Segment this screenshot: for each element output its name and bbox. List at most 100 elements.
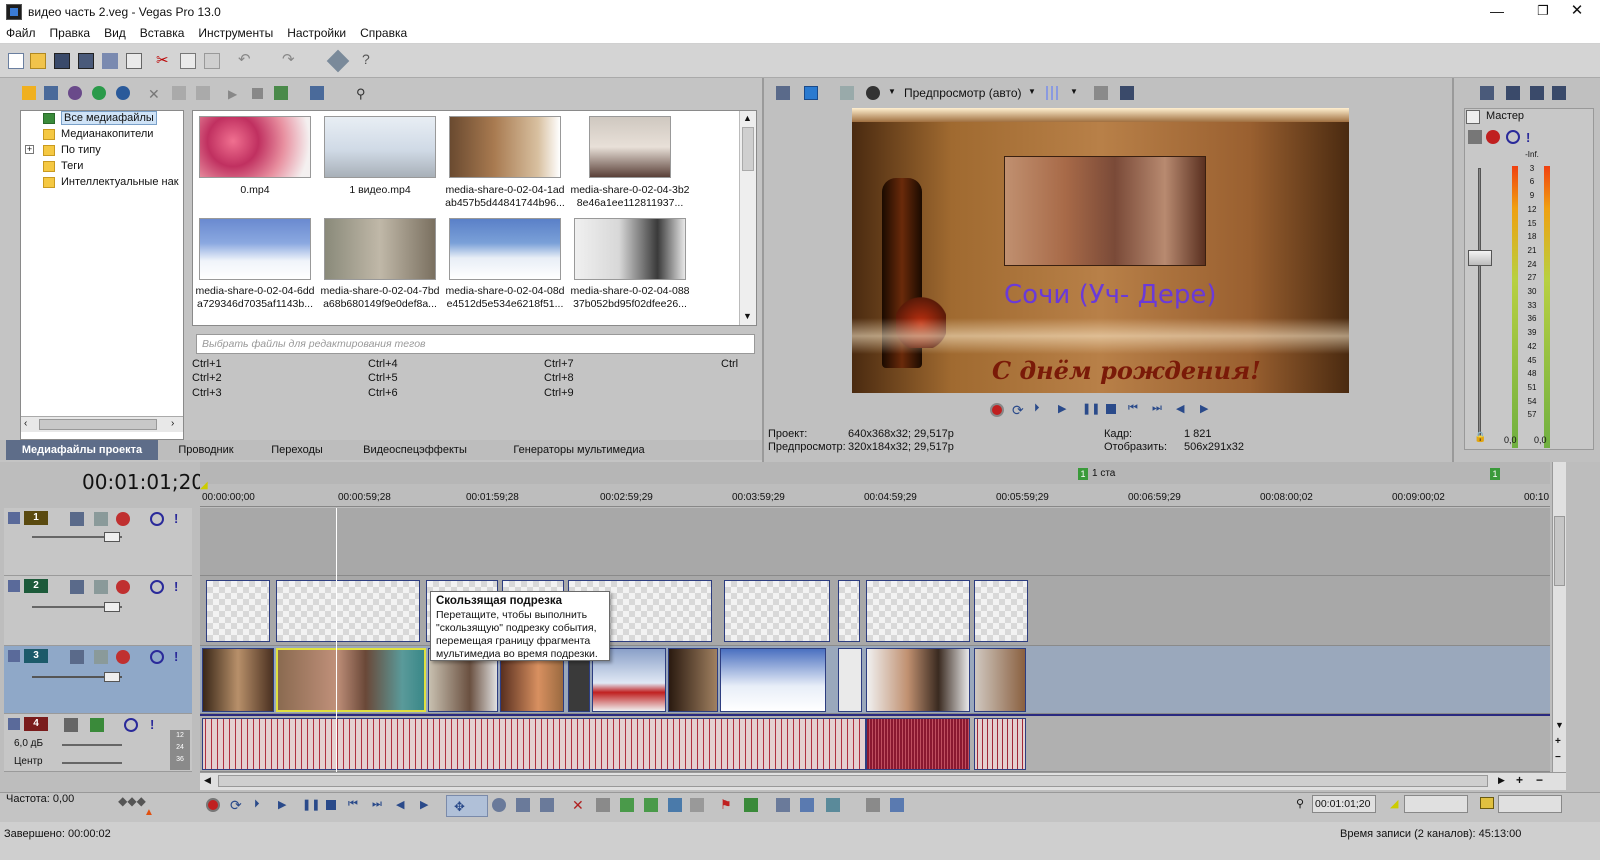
track-minimize-icon[interactable] — [8, 650, 20, 662]
scrollbar-thumb[interactable] — [218, 775, 1488, 787]
pause-icon[interactable]: ❚❚ — [302, 798, 320, 812]
lock-envelopes-icon[interactable] — [866, 798, 880, 812]
mute-icon[interactable] — [124, 718, 138, 732]
track-motion-icon[interactable] — [70, 580, 84, 594]
insert-region-icon[interactable] — [744, 798, 758, 812]
scroll-right-arrow-icon[interactable]: ▶ — [1498, 775, 1505, 786]
cursor-time-field[interactable]: 00:01:01;20 — [1312, 795, 1376, 813]
overlays-icon[interactable] — [1046, 86, 1060, 100]
selection-tool-icon[interactable] — [516, 798, 530, 812]
media-thumb-2[interactable] — [449, 116, 561, 178]
go-to-start-icon[interactable]: ⏮ — [348, 798, 362, 812]
play-icon[interactable]: ▶ — [278, 798, 292, 812]
track-gear-icon[interactable] — [116, 580, 130, 594]
ignore-event-grouping-icon[interactable] — [890, 798, 904, 812]
track-gear-icon[interactable] — [116, 650, 130, 664]
video-clip[interactable] — [838, 648, 862, 712]
playhead-cursor[interactable] — [336, 508, 337, 772]
insert-marker-icon[interactable]: ⚑ — [720, 797, 734, 812]
normal-edit-tool-icon[interactable]: ✥ — [454, 799, 468, 814]
video-clip[interactable] — [202, 648, 274, 712]
media-vertical-scrollbar[interactable]: ▲ ▼ — [739, 111, 756, 325]
track-minimize-icon[interactable] — [8, 718, 20, 730]
refresh-icon[interactable] — [92, 86, 106, 100]
loop-playback-icon[interactable]: ⟳ — [1012, 402, 1026, 418]
master-gear-icon[interactable] — [1486, 130, 1500, 144]
go-to-end-icon[interactable]: ⏭ — [372, 798, 386, 812]
redo-icon[interactable]: ↷ — [282, 50, 298, 68]
loop-region-start-icon[interactable]: ◢ — [200, 480, 208, 491]
menu-file[interactable]: Файл — [0, 24, 43, 40]
track-fx-icon[interactable] — [90, 718, 104, 732]
marker-bar[interactable] — [200, 462, 1550, 484]
zoom-in-icon[interactable]: + — [1516, 773, 1523, 787]
menu-view[interactable]: Вид — [97, 24, 133, 40]
overlay-clip[interactable] — [276, 580, 420, 642]
scroll-left-arrow-icon[interactable]: ‹ — [24, 418, 27, 429]
overlay-clip[interactable] — [866, 580, 970, 642]
tab-project-media[interactable]: Медиафайлы проекта — [6, 440, 158, 460]
media-thumb-1[interactable] — [324, 116, 436, 178]
selection-length-field[interactable] — [1498, 795, 1562, 813]
capture-video-icon[interactable] — [44, 86, 58, 100]
fader-lock-icon[interactable]: 🔒 — [1474, 432, 1486, 443]
tab-explorer[interactable]: Проводник — [160, 440, 252, 460]
lock-icon[interactable] — [690, 798, 704, 812]
mixer-properties-icon[interactable] — [1480, 86, 1494, 100]
play-icon[interactable]: ▶ — [1058, 402, 1072, 416]
track-fx-icon[interactable] — [94, 650, 108, 664]
trim-end-icon[interactable] — [644, 798, 658, 812]
slider-handle[interactable] — [104, 532, 120, 542]
track-eq-icon[interactable] — [64, 718, 78, 732]
media-thumb-4[interactable] — [199, 218, 311, 280]
mixer-dim-icon[interactable] — [1530, 86, 1544, 100]
open-folder-icon[interactable] — [30, 53, 46, 69]
remove-icon[interactable]: ✕ — [148, 86, 162, 102]
import-media-icon[interactable] — [22, 86, 36, 100]
master-fader-handle[interactable] — [1468, 250, 1492, 266]
split-icon[interactable] — [668, 798, 682, 812]
record-icon[interactable] — [206, 798, 220, 812]
paste-icon[interactable] — [204, 53, 220, 69]
video-fx-icon[interactable] — [840, 86, 854, 100]
snapping-icon[interactable] — [826, 798, 840, 812]
auto-ripple-icon[interactable] — [776, 798, 790, 812]
overlay-clip[interactable] — [724, 580, 830, 642]
scrollbar-thumb[interactable] — [1554, 516, 1565, 586]
rate-slider-icon[interactable]: ◆◆◆ — [104, 794, 160, 808]
save-as-icon[interactable] — [78, 53, 94, 69]
mixer-view-icon[interactable] — [1552, 86, 1566, 100]
media-thumb-3[interactable] — [589, 116, 671, 178]
solo-icon[interactable]: ! — [174, 579, 188, 594]
menu-help[interactable]: Справка — [353, 24, 414, 40]
split-screen-icon[interactable] — [866, 86, 880, 100]
track-motion-icon[interactable] — [70, 650, 84, 664]
track-fx-icon[interactable] — [94, 580, 108, 594]
previous-frame-icon[interactable]: ◀ — [396, 798, 410, 812]
media-thumb-0[interactable] — [199, 116, 311, 178]
mute-icon[interactable] — [150, 580, 164, 594]
stop-icon[interactable] — [326, 800, 336, 810]
track-header-2[interactable]: 2 ! — [4, 576, 192, 646]
mute-icon[interactable] — [150, 650, 164, 664]
video-clip[interactable] — [866, 648, 970, 712]
media-thumb-6[interactable] — [449, 218, 561, 280]
overlay-clip[interactable] — [974, 580, 1028, 642]
search-icon[interactable]: ⚲ — [356, 86, 370, 101]
solo-icon[interactable]: ! — [174, 511, 188, 526]
dropdown-arrow-icon[interactable]: ▼ — [1028, 87, 1036, 96]
scroll-down-arrow-icon[interactable]: ▼ — [1555, 720, 1564, 730]
track-minimize-icon[interactable] — [8, 580, 20, 592]
close-button[interactable]: ✕ — [1554, 0, 1600, 24]
envelope-tool-icon[interactable] — [492, 798, 506, 812]
trim-start-icon[interactable] — [620, 798, 634, 812]
track-gear-icon[interactable] — [116, 512, 130, 526]
next-frame-icon[interactable]: ▶ — [420, 798, 434, 812]
tab-video-fx[interactable]: Видеоспецэффекты — [342, 440, 488, 460]
tab-media-generators[interactable]: Генераторы мультимедиа — [490, 440, 668, 460]
render-icon[interactable] — [102, 53, 118, 69]
get-media-icon[interactable] — [68, 86, 82, 100]
master-fx-icon[interactable] — [1468, 130, 1482, 144]
external-monitor-icon[interactable] — [804, 86, 818, 100]
record-icon[interactable] — [990, 403, 1004, 417]
